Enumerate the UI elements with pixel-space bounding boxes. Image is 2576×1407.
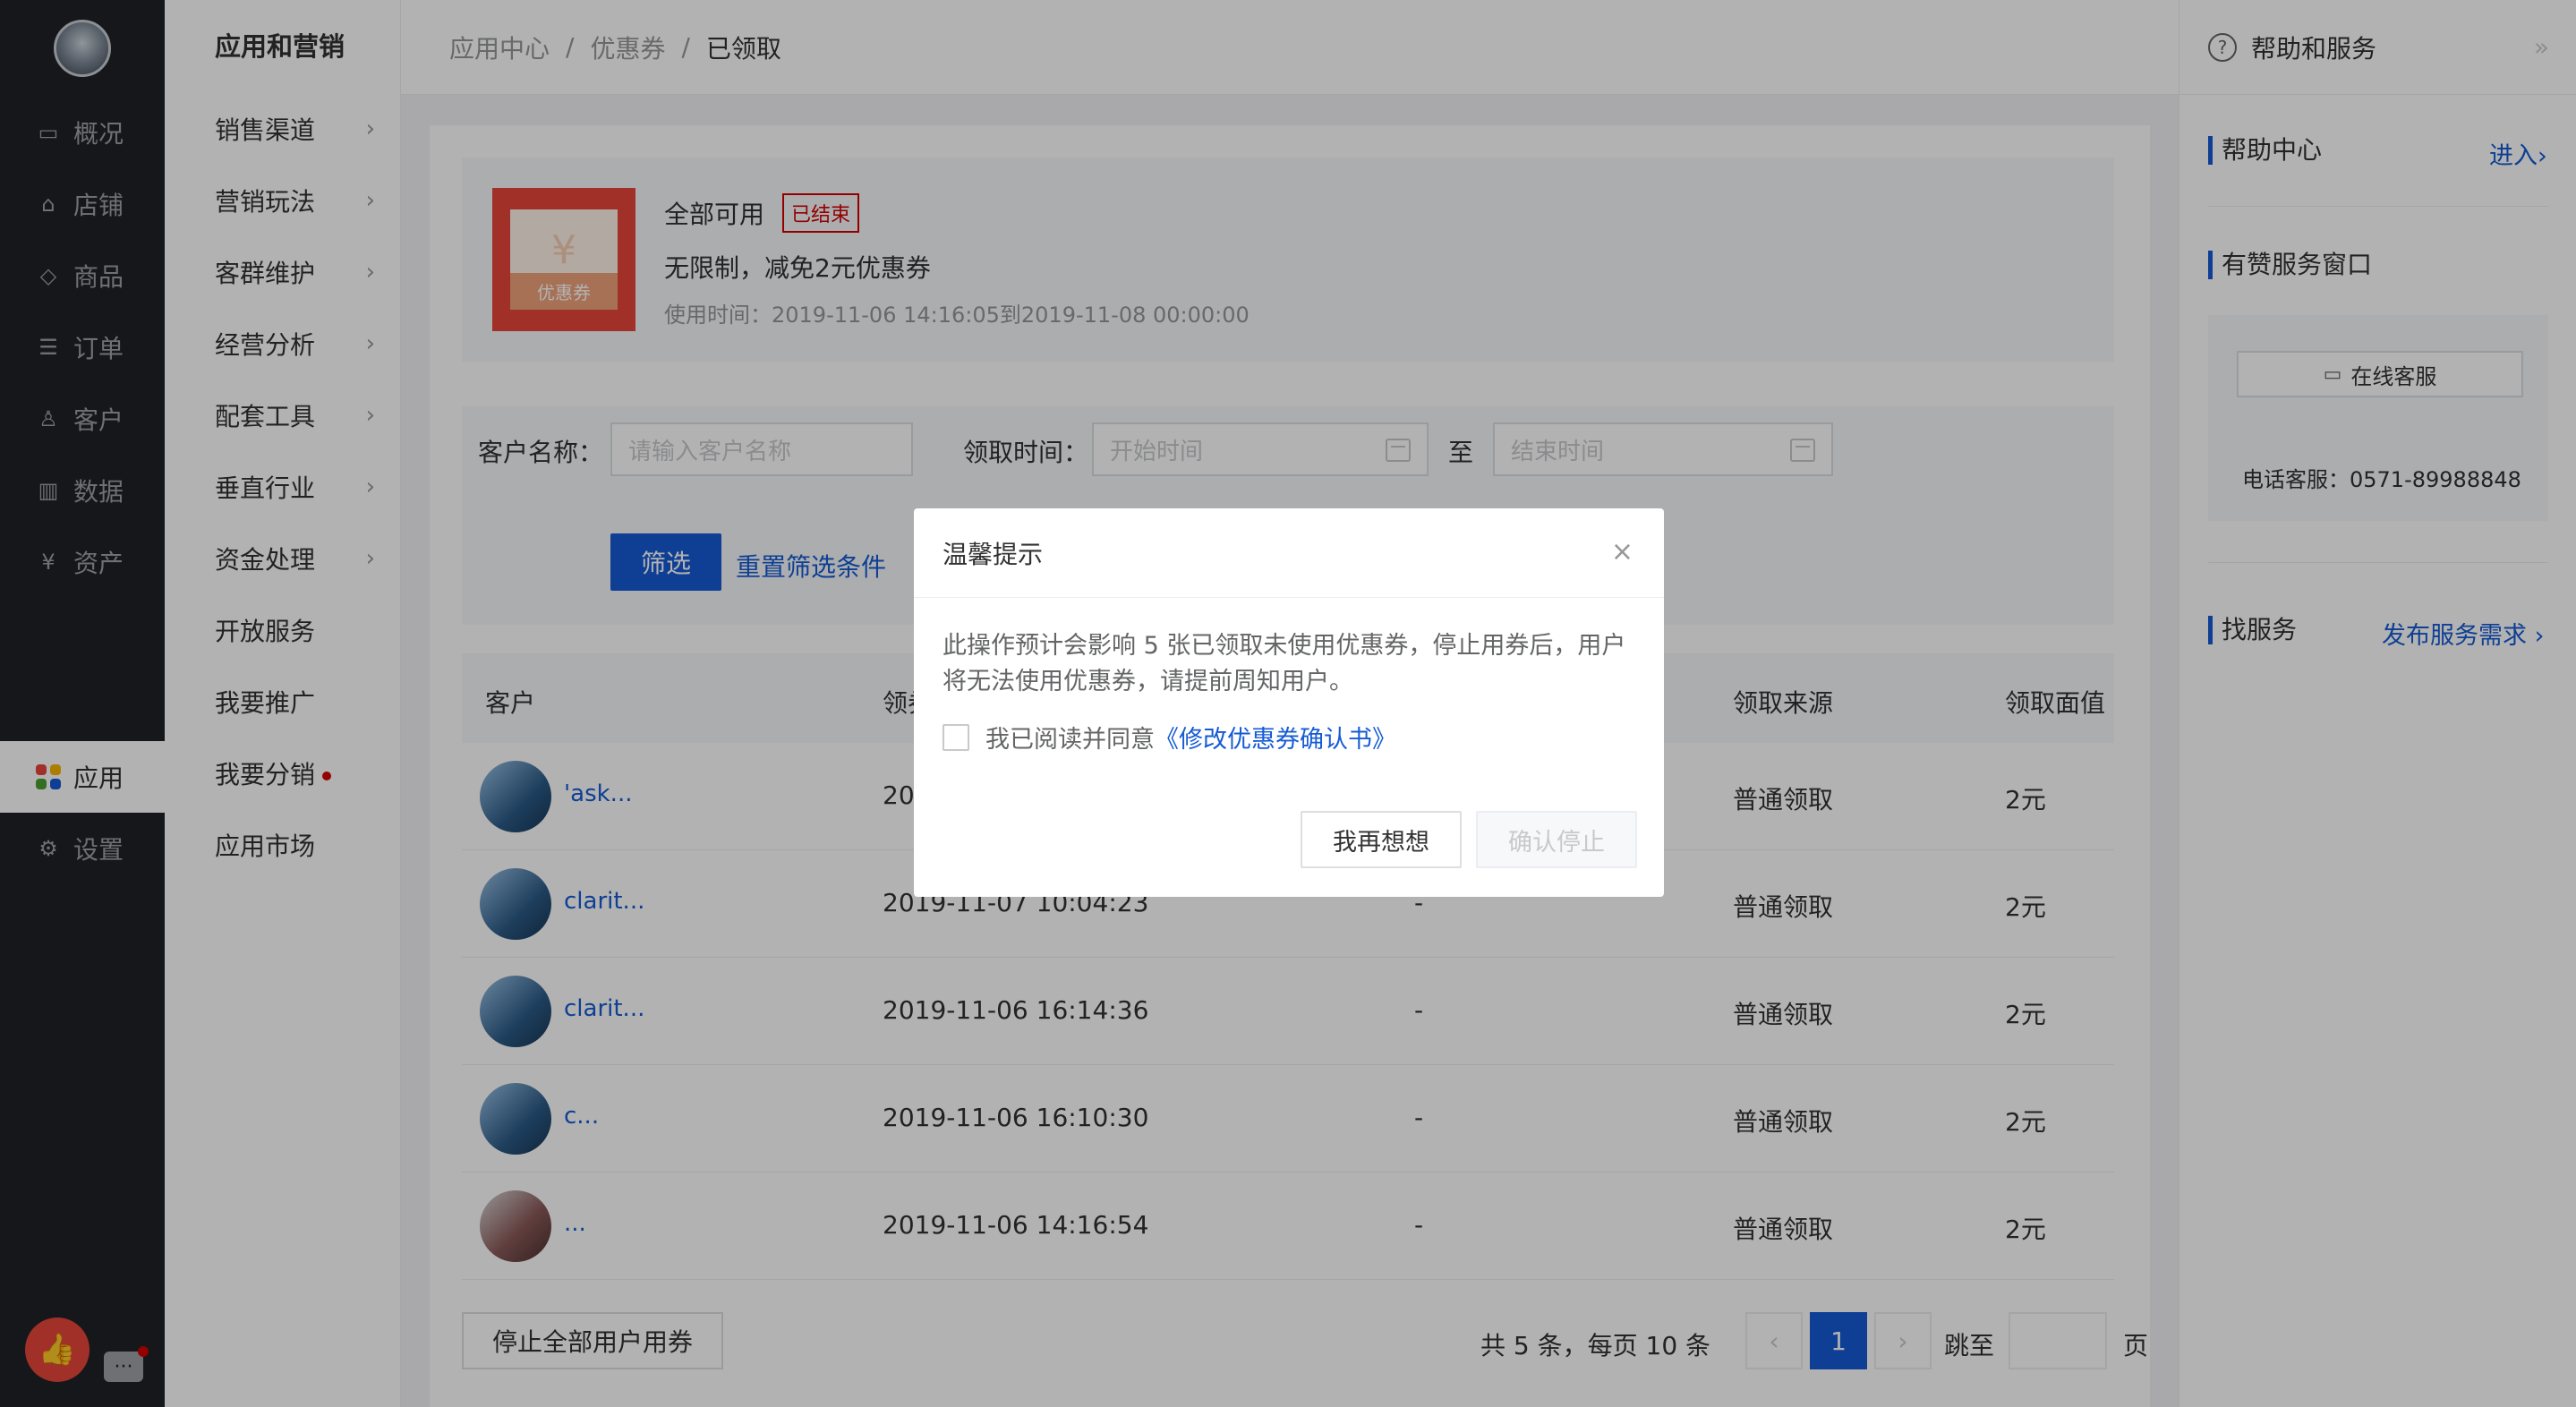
agreement-label: 我已阅读并同意 [985, 726, 1155, 754]
close-icon[interactable]: × [1611, 539, 1633, 566]
warning-dialog: 温馨提示 × 此操作预计会影响 5 张已领取未使用优惠券，停止用券后，用户将无法… [914, 508, 1664, 897]
dialog-header: 温馨提示 × [914, 508, 1664, 598]
dialog-message: 此操作预计会影响 5 张已领取未使用优惠券，停止用券后，用户将无法使用优惠券，请… [943, 632, 1626, 695]
agreement-doc-link[interactable]: 《修改优惠券确认书》 [1155, 720, 1396, 755]
agreement-row: 我已阅读并同意 《修改优惠券确认书》 [943, 720, 1396, 755]
dialog-title: 温馨提示 [943, 539, 1044, 569]
cancel-button[interactable]: 我再想想 [1301, 811, 1462, 868]
confirm-stop-button[interactable]: 确认停止 [1476, 811, 1637, 868]
agreement-checkbox[interactable] [943, 723, 969, 751]
